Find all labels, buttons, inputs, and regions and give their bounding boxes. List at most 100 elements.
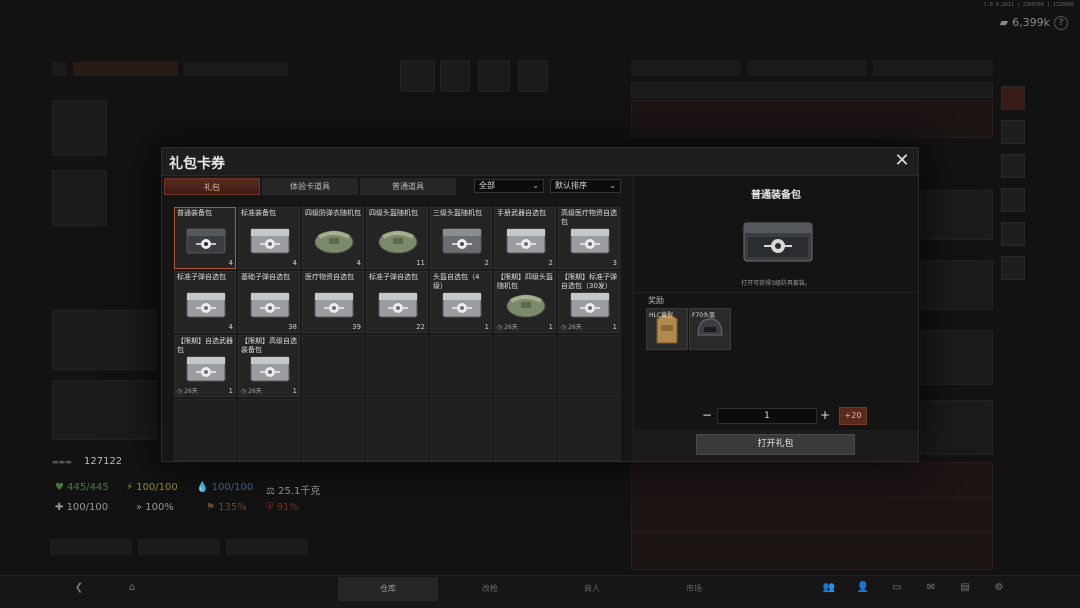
reward-item[interactable]: HLC背型	[646, 308, 688, 350]
close-icon[interactable]: ✕	[892, 151, 912, 171]
gift-item-cell[interactable]: 标准子弹自选包 4	[174, 271, 236, 333]
bg-right-gun-slot	[920, 260, 993, 310]
bottom-nav-bar	[0, 575, 1080, 608]
chevron-down-icon: ⌄	[609, 181, 616, 190]
detail-description: 打开可获得3级防具套装。	[741, 280, 811, 287]
time-limit-badge: ◷ 26天	[177, 388, 198, 395]
user-icon[interactable]: 👤	[856, 582, 870, 594]
crate-icon	[378, 292, 418, 318]
gift-item-cell[interactable]: 【限期】自选武器包 ◷ 26天 1	[174, 335, 236, 397]
item-count: 2	[484, 259, 489, 267]
bg-right-tab-2	[747, 60, 867, 76]
nav-warehouse[interactable]: 仓库	[338, 577, 438, 601]
gift-item-cell[interactable]: 标准装备包 4	[238, 207, 300, 269]
bg-button-3[interactable]	[226, 539, 308, 555]
hp-stat: ♥ 445/445	[55, 482, 109, 493]
item-count: 1	[292, 387, 297, 395]
gift-item-cell[interactable]: 四级防弹衣随机包 4	[302, 207, 364, 269]
gift-item-cell[interactable]: 手册武器自选包 2	[494, 207, 556, 269]
tab-gift-pack[interactable]: 礼包	[164, 178, 260, 195]
item-count: 1	[548, 323, 553, 331]
gift-item-cell[interactable]: 四级头盔随机包 11	[366, 207, 428, 269]
reward-item[interactable]: F70头盔	[689, 308, 731, 350]
bg-right-header	[631, 82, 993, 98]
gift-voucher-modal: 礼包卡券 ✕ 礼包 体验卡道具 普通道具 全部 ⌄ 默认排序 ⌄ 普通装备包 4 标准装…	[161, 147, 919, 463]
armor-stat: ⛨ 91%	[266, 502, 299, 513]
item-count: 4	[228, 259, 233, 267]
crate-icon	[570, 292, 610, 318]
crate-icon	[186, 292, 226, 318]
gift-item-cell[interactable]: 高级医疗物资自选包 3	[558, 207, 620, 269]
tab-trial-card[interactable]: 体验卡道具	[262, 178, 358, 195]
bag-icon	[314, 230, 354, 254]
bg-tab-1	[73, 62, 178, 76]
bg-right-tab-1	[631, 60, 741, 76]
modal-header: 礼包卡券 ✕	[162, 148, 918, 176]
gift-item-cell[interactable]: 三级头盔随机包 2	[430, 207, 492, 269]
sort-select[interactable]: 默认排序 ⌄	[550, 179, 621, 193]
item-count: 22	[416, 323, 425, 331]
side-filter-button[interactable]	[1001, 86, 1025, 110]
item-count: 39	[352, 323, 361, 331]
side-filter-button[interactable]	[1001, 188, 1025, 212]
gift-item-cell[interactable]: 头盔自选包（4级） 1	[430, 271, 492, 333]
chat-icon[interactable]: ▭	[890, 582, 904, 594]
open-pack-button[interactable]: 打开礼包	[696, 434, 855, 455]
empty-cell	[302, 399, 364, 461]
help-button[interactable]: ?	[1054, 16, 1068, 30]
settings-icon[interactable]: ⚙	[992, 582, 1006, 594]
detail-panel: 普通装备包 打开可获得3级防具套装。 奖励 HLC背型 F70头盔 − 1 + …	[634, 176, 918, 461]
gift-item-cell[interactable]: 标准子弹自选包 22	[366, 271, 428, 333]
bg-button-2[interactable]	[138, 539, 220, 555]
bg-right-row	[631, 532, 993, 570]
empty-cell	[302, 335, 364, 397]
modal-title: 礼包卡券	[169, 156, 225, 172]
bg-face-slot	[52, 170, 107, 226]
crate-icon	[442, 228, 482, 254]
item-count: 1	[484, 323, 489, 331]
quantity-plus-button[interactable]: +	[817, 408, 833, 424]
home-icon[interactable]: ⌂	[125, 582, 139, 594]
bg-right-tab-3	[873, 60, 993, 76]
bag-icon	[506, 294, 546, 318]
nav-trader[interactable]: 商人	[542, 577, 642, 601]
tab-normal-items[interactable]: 普通道具	[360, 178, 456, 195]
nav-market[interactable]: 市场	[644, 577, 744, 601]
weight-stat: ⚖ 25.1千克	[266, 486, 321, 497]
side-filter-button[interactable]	[1001, 154, 1025, 178]
gift-item-cell[interactable]: 医疗物资自选包 39	[302, 271, 364, 333]
quantity-minus-button[interactable]: −	[699, 408, 715, 424]
item-count: 1	[612, 323, 617, 331]
currency-display: ▰ 6,399k	[999, 16, 1050, 29]
item-count: 11	[416, 259, 425, 267]
bg-helmet-slot	[52, 100, 107, 156]
mail-icon[interactable]: ✉	[924, 582, 938, 594]
nav-modify[interactable]: 改枪	[440, 577, 540, 601]
time-limit-badge: ◷ 26天	[241, 388, 262, 395]
item-count: 1	[228, 387, 233, 395]
side-filter-button[interactable]	[1001, 120, 1025, 144]
gift-item-cell[interactable]: 【限期】标准子弹自选包（30发） ◷ 26天 1	[558, 271, 620, 333]
build-info: 1.0.0.2611 | 2368784 | 1120000	[983, 2, 1074, 8]
empty-cell	[366, 399, 428, 461]
item-count: 38	[288, 323, 297, 331]
quantity-field[interactable]: 1	[717, 408, 817, 424]
bg-button-1[interactable]	[50, 539, 132, 555]
side-add-button[interactable]	[1001, 256, 1025, 280]
gift-item-cell[interactable]: 【限期】四级头盔随机包 ◷ 26天 1	[494, 271, 556, 333]
chevron-down-icon: ⌄	[532, 181, 539, 190]
water-stat: 💧 100/100	[196, 482, 254, 493]
crate-icon	[314, 292, 354, 318]
filter-select[interactable]: 全部 ⌄	[474, 179, 544, 193]
bg-tab-left	[52, 62, 66, 76]
gift-item-cell[interactable]: 普通装备包 4	[174, 207, 236, 269]
crate-icon	[442, 292, 482, 318]
gift-item-cell[interactable]: 【限期】高级自选装备包 ◷ 26天 1	[238, 335, 300, 397]
plus-20-button[interactable]: +20	[839, 407, 867, 425]
friends-icon[interactable]: 👥	[822, 582, 836, 594]
gift-item-cell[interactable]: 基础子弹自选包 38	[238, 271, 300, 333]
item-count: 4	[228, 323, 233, 331]
task-icon[interactable]: ▤	[958, 582, 972, 594]
back-icon[interactable]: ❮	[72, 582, 86, 594]
side-filter-button[interactable]	[1001, 222, 1025, 246]
